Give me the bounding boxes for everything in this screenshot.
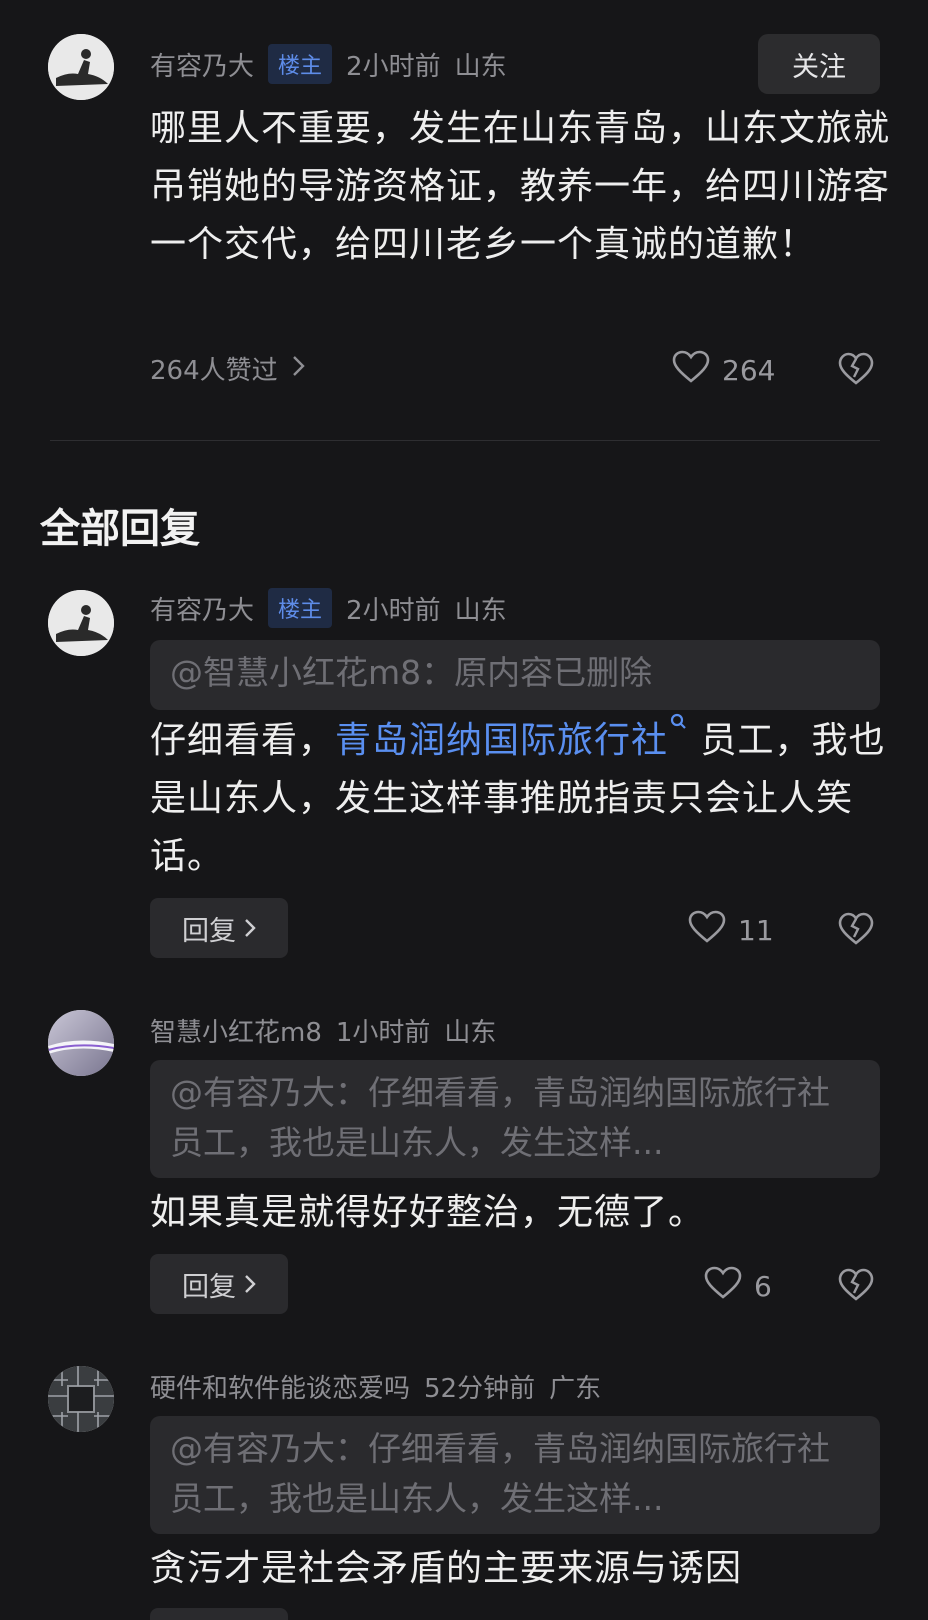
divider [50, 440, 880, 441]
heart-icon [688, 910, 726, 951]
reply-button[interactable]: 回复 [150, 898, 288, 958]
avatar[interactable] [48, 1366, 114, 1432]
like-count: 11 [738, 914, 774, 947]
broken-heart-icon[interactable] [838, 1268, 874, 1304]
search-link[interactable]: 青岛润纳国际旅行社 [335, 713, 688, 761]
author-name[interactable]: 有容乃大 [150, 46, 254, 83]
avatar[interactable] [48, 1010, 114, 1076]
reply-button[interactable]: 回复 [150, 1254, 288, 1314]
location: 山东 [454, 595, 507, 626]
timestamp: 1小时前 [335, 1017, 431, 1048]
follow-button[interactable]: 关注 [758, 34, 880, 94]
author-name[interactable]: 有容乃大 [150, 590, 254, 627]
like-button[interactable]: 6 [704, 1266, 772, 1307]
comment-text: 如果真是就得好好整治，无德了。 [150, 1192, 706, 1233]
comment-meta: 硬件和软件能谈恋爱吗 52分钟前 广东 [150, 1366, 601, 1406]
like-count: 6 [754, 1270, 772, 1303]
location: 山东 [454, 51, 507, 82]
reply-label: 回复 [182, 1271, 236, 1303]
like-count: 264 [722, 354, 776, 387]
location: 广东 [549, 1373, 602, 1404]
broken-heart-icon[interactable] [838, 352, 874, 388]
liked-by-label: 264人赞过 [150, 356, 278, 386]
quoted-comment[interactable]: @有容乃大：仔细看看，青岛润纳国际旅行社员工，我也是山东人，发生这样... [150, 1416, 880, 1534]
comment-meta: 有容乃大 楼主 2小时前 山东 [150, 44, 507, 84]
heart-icon [704, 1266, 742, 1307]
timestamp: 2小时前 [346, 51, 441, 82]
comment-meta: 有容乃大 楼主 2小时前 山东 [150, 588, 507, 628]
avatar[interactable] [48, 34, 114, 100]
comment-text: 仔细看看，青岛润纳国际旅行社 员工，我也是山东人，发生这样事推脱指责只会让人笑话… [150, 712, 890, 886]
quoted-comment[interactable]: @有容乃大：仔细看看，青岛润纳国际旅行社员工，我也是山东人，发生这样... [150, 1060, 880, 1178]
quoted-comment[interactable]: @智慧小红花m8：原内容已删除 [150, 640, 880, 710]
reply-button-partial[interactable] [150, 1608, 288, 1620]
comment-meta: 智慧小红花m8 1小时前 山东 [150, 1010, 496, 1050]
comment-text: 哪里人不重要，发生在山东青岛，山东文旅就吊销她的导游资格证，教养一年，给四川游客… [150, 108, 891, 265]
author-name[interactable]: 智慧小红花m8 [150, 1012, 322, 1049]
liked-by-link[interactable]: 264人赞过 [150, 350, 306, 387]
avatar[interactable] [48, 590, 114, 656]
comment-text-part: 仔细看看， [150, 720, 336, 761]
section-title: 全部回复 [40, 506, 200, 552]
comment-text: 贪污才是社会矛盾的主要来源与诱因 [150, 1548, 743, 1589]
chevron-right-icon [245, 1275, 256, 1293]
timestamp: 2小时前 [346, 595, 441, 626]
location: 山东 [444, 1017, 497, 1048]
link-text: 青岛润纳国际旅行社 [335, 720, 669, 761]
op-badge: 楼主 [268, 588, 333, 628]
broken-heart-icon[interactable] [838, 912, 874, 948]
search-icon [670, 713, 686, 729]
like-button[interactable]: 264 [672, 350, 775, 391]
reply-label: 回复 [182, 915, 236, 947]
chevron-right-icon [292, 354, 306, 384]
author-name[interactable]: 硬件和软件能谈恋爱吗 [150, 1368, 410, 1405]
timestamp: 52分钟前 [424, 1373, 536, 1404]
op-badge: 楼主 [268, 44, 333, 84]
chevron-right-icon [245, 919, 256, 937]
like-button[interactable]: 11 [688, 910, 774, 951]
heart-icon [672, 350, 710, 391]
